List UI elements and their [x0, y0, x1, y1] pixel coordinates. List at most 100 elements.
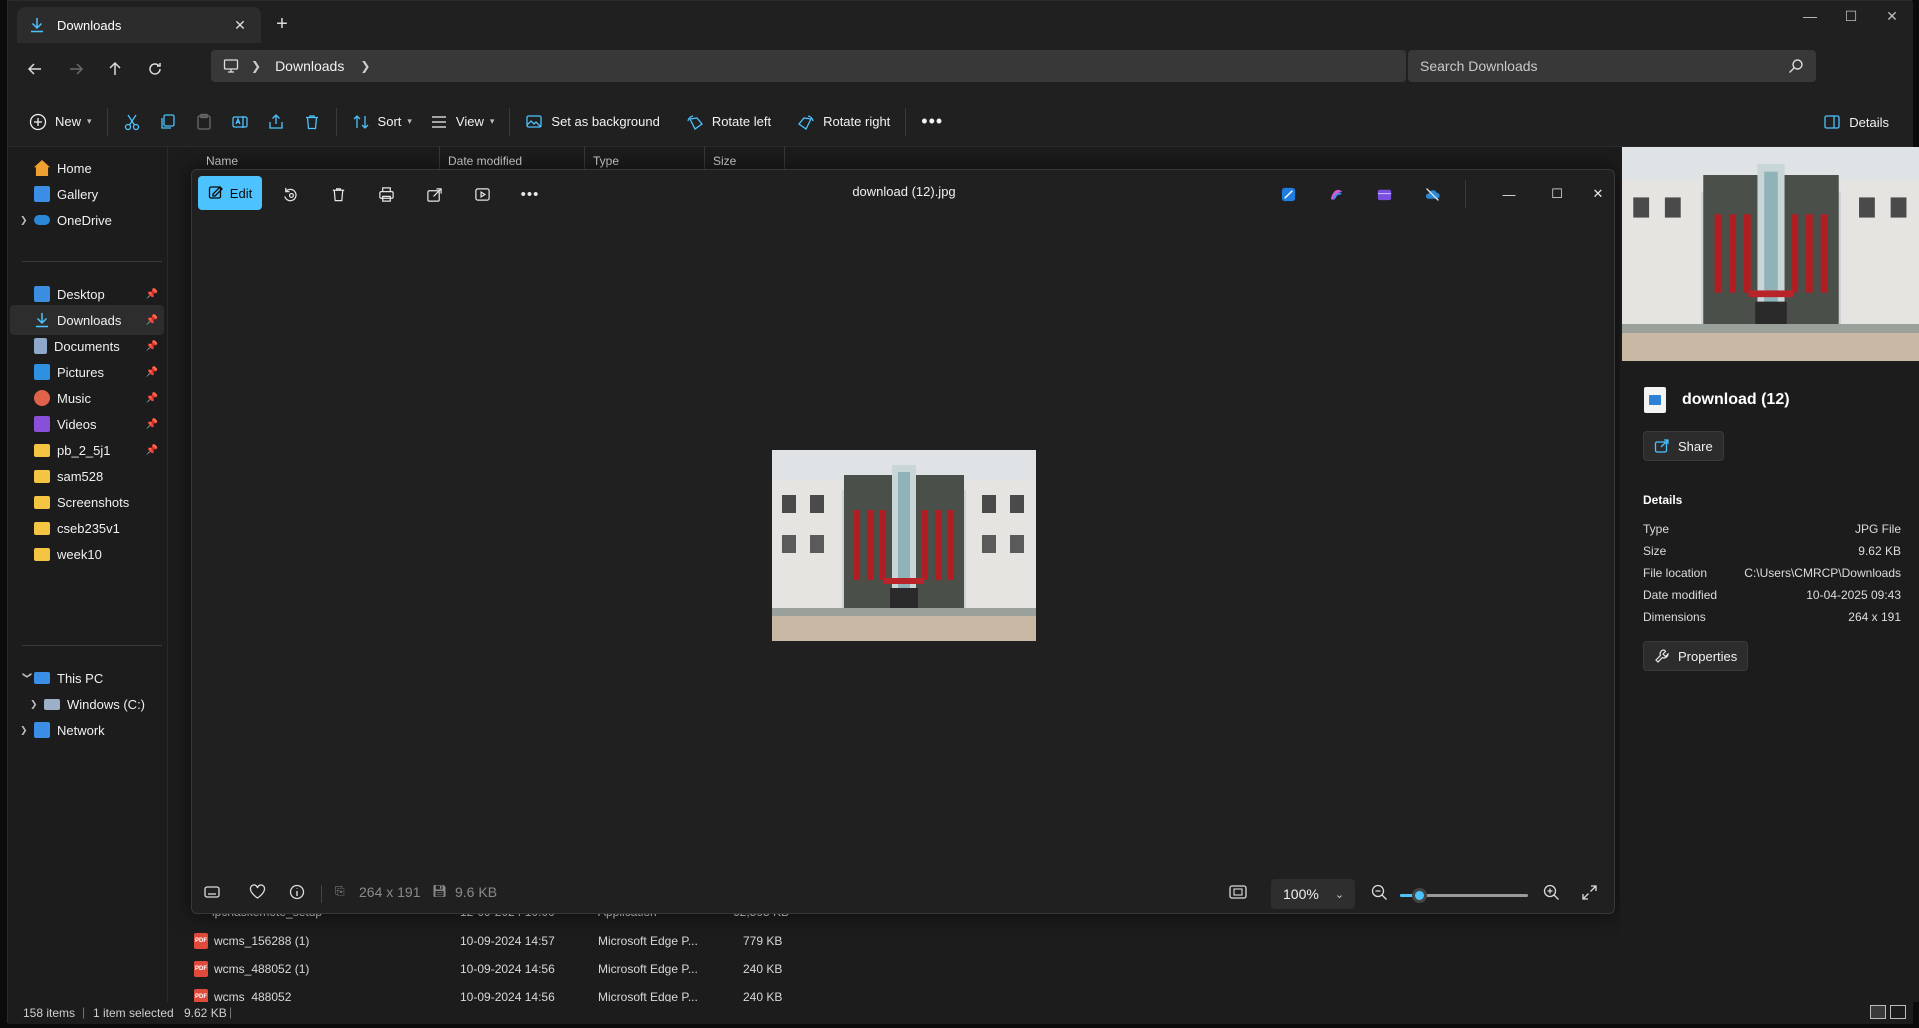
close-icon: ✕	[1592, 186, 1604, 201]
sidebar-item-week10[interactable]: week10	[10, 539, 164, 569]
close-window-button[interactable]: ✕	[1869, 1, 1915, 33]
share-button[interactable]	[258, 105, 294, 139]
zoom-in-icon[interactable]	[1543, 884, 1560, 904]
new-tab-button[interactable]: +	[270, 13, 294, 37]
pin-icon[interactable]: 📌	[146, 367, 158, 378]
details-key: Type	[1643, 522, 1670, 536]
details-pane: download (12) Share Details Type JPG Fil…	[1620, 147, 1919, 1002]
delete-button[interactable]	[294, 105, 330, 139]
download-icon	[31, 18, 43, 33]
sidebar-item-network[interactable]: ❯ Network	[10, 715, 164, 745]
clipchamp-button[interactable]	[1370, 180, 1398, 208]
back-button[interactable]	[19, 53, 51, 85]
paste-button[interactable]	[186, 105, 222, 139]
onedrive-status-button[interactable]	[1418, 180, 1446, 208]
chevron-down-icon[interactable]: ❯	[22, 671, 33, 685]
filmstrip-icon[interactable]	[204, 884, 220, 903]
sidebar-item-label: Documents	[54, 338, 120, 354]
tab-label: Downloads	[57, 17, 122, 33]
image-file-icon	[1644, 387, 1666, 413]
details-pane-button[interactable]: Details	[1823, 105, 1889, 139]
divider	[509, 107, 511, 136]
table-row[interactable]: PDF wcms_488052 (1) 10-09-2024 14:56 Mic…	[188, 955, 808, 983]
viewer-minimize-button[interactable]: —	[1495, 180, 1523, 208]
chevron-right-icon[interactable]: ❯	[251, 59, 261, 73]
tab-downloads[interactable]: Downloads ✕	[17, 7, 261, 43]
table-row[interactable]: PDF wcms_156288 (1) 10-09-2024 14:57 Mic…	[188, 927, 808, 955]
pin-icon[interactable]: 📌	[146, 393, 158, 404]
info-icon[interactable]	[289, 884, 305, 903]
forward-button[interactable]	[60, 53, 92, 85]
divider	[321, 885, 322, 903]
heart-icon[interactable]	[249, 884, 266, 903]
folder-icon	[34, 521, 50, 535]
details-view-icon[interactable]	[1870, 1005, 1886, 1019]
chevron-right-icon[interactable]: ❯	[20, 215, 34, 226]
zoom-out-icon[interactable]	[1371, 884, 1388, 904]
delete-photo-button[interactable]	[324, 180, 352, 208]
sort-button[interactable]: Sort ▾	[343, 105, 421, 139]
slideshow-button[interactable]	[468, 180, 496, 208]
sidebar-item-label: Screenshots	[57, 494, 130, 510]
pin-icon[interactable]: 📌	[146, 341, 158, 352]
refresh-button[interactable]	[139, 53, 171, 85]
share-photo-button[interactable]	[420, 180, 448, 208]
sidebar-item-onedrive[interactable]: ❯ OneDrive	[10, 205, 164, 235]
rotate-left-label: Rotate left	[711, 114, 772, 129]
photo-image[interactable]	[772, 450, 1036, 641]
chevron-down-icon: ⌄	[1334, 888, 1345, 901]
chevron-right-icon[interactable]: ❯	[30, 699, 44, 710]
more-options-button[interactable]: •••	[912, 105, 952, 139]
zoom-slider-thumb[interactable]	[1412, 888, 1428, 903]
address-bar[interactable]: ❯ Downloads ❯	[211, 50, 1406, 82]
properties-button[interactable]: Properties	[1643, 641, 1749, 671]
share-button[interactable]: Share	[1643, 431, 1724, 461]
tiles-view-icon[interactable]	[1890, 1005, 1906, 1019]
new-button[interactable]: New ▾	[20, 105, 101, 139]
up-button[interactable]	[99, 53, 131, 85]
rotate-left-icon	[687, 114, 703, 130]
file-type: Microsoft Edge P...	[598, 934, 698, 948]
maximize-button[interactable]: ☐	[1828, 1, 1874, 33]
copy-button[interactable]	[150, 105, 186, 139]
status-divider: |	[82, 1005, 86, 1019]
rotate-right-button[interactable]: Rotate right	[788, 105, 899, 139]
fit-to-window-icon[interactable]	[1229, 884, 1247, 903]
view-button[interactable]: View ▾	[421, 105, 503, 139]
edit-button[interactable]: Edit	[198, 176, 262, 210]
breadcrumb-downloads[interactable]: Downloads	[275, 58, 344, 74]
rotate-left-button[interactable]: Rotate left	[677, 105, 780, 139]
details-value[interactable]: C:\Users\CMRCP\Downloads	[1744, 566, 1901, 580]
pin-icon[interactable]: 📌	[146, 419, 158, 430]
viewer-close-button[interactable]: ✕	[1584, 180, 1612, 208]
copilot-button[interactable]	[1322, 180, 1350, 208]
viewer-maximize-button[interactable]: ☐	[1543, 180, 1571, 208]
set-as-background-button[interactable]: Set as background	[516, 105, 668, 139]
building-preview-graphic	[1622, 147, 1919, 361]
rotate-button[interactable]	[276, 180, 304, 208]
pin-icon[interactable]: 📌	[146, 315, 158, 326]
slideshow-icon	[474, 187, 490, 201]
minimize-button[interactable]: —	[1787, 1, 1833, 33]
cut-button[interactable]	[114, 105, 150, 139]
folder-icon	[34, 443, 50, 457]
chevron-right-icon[interactable]: ❯	[360, 59, 370, 73]
pin-icon[interactable]: 📌	[146, 289, 158, 300]
computer-icon	[223, 59, 239, 73]
chevron-right-icon[interactable]: ❯	[20, 725, 34, 736]
more-options-button[interactable]: •••	[516, 180, 544, 208]
sidebar-item-label: Desktop	[57, 286, 105, 302]
print-button[interactable]	[372, 180, 400, 208]
fullscreen-icon[interactable]	[1581, 884, 1598, 904]
pin-icon[interactable]: 📌	[146, 445, 158, 456]
search-input[interactable]: Search Downloads	[1408, 50, 1816, 82]
copy-icon	[160, 113, 175, 129]
file-size: 240 KB	[743, 962, 783, 976]
status-bar: 158 items | 1 item selected 9.62 KB |	[8, 1002, 1913, 1024]
rename-button[interactable]	[222, 105, 258, 139]
designer-button[interactable]	[1274, 180, 1302, 208]
zoom-level-select[interactable]: 100% ⌄	[1271, 879, 1355, 909]
file-date: 10-09-2024 14:56	[460, 962, 555, 976]
close-tab-icon[interactable]: ✕	[231, 16, 249, 34]
divider	[22, 261, 162, 262]
